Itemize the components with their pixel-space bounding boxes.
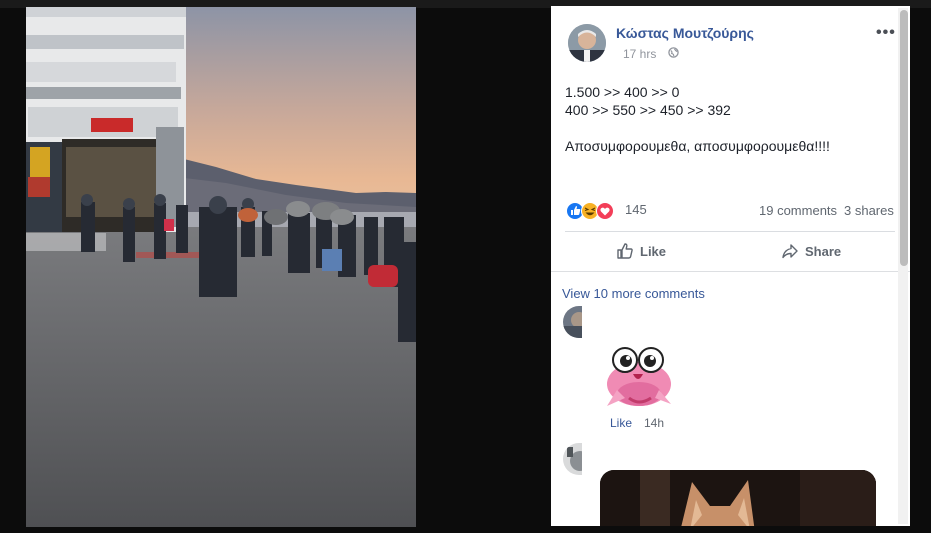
gif-comment[interactable] xyxy=(600,470,876,526)
comments-count[interactable]: 19 comments xyxy=(759,203,837,218)
commenter-avatar[interactable] xyxy=(563,443,582,475)
divider xyxy=(565,231,895,232)
globe-icon xyxy=(668,47,679,58)
like-button[interactable]: Like xyxy=(616,242,666,260)
comment-timestamp[interactable]: 14h xyxy=(644,416,664,430)
commenter-avatar[interactable] xyxy=(563,306,582,338)
divider xyxy=(551,271,910,272)
post-text-line xyxy=(565,119,830,137)
harbor-photo xyxy=(26,7,416,527)
post-text-line: 400 >> 550 >> 450 >> 392 xyxy=(565,102,731,118)
view-more-comments-link[interactable]: View 10 more comments xyxy=(562,286,705,301)
post-photo[interactable] xyxy=(26,7,416,527)
reaction-icons[interactable] xyxy=(566,201,626,221)
share-button-label: Share xyxy=(805,243,842,259)
shares-count[interactable]: 3 shares xyxy=(844,203,894,218)
post-panel: Κώστας Μουτζούρης 17 hrs ••• 1.500 >> 40… xyxy=(551,6,910,526)
thumbs-up-icon xyxy=(617,243,633,259)
post-timestamp[interactable]: 17 hrs xyxy=(623,47,656,61)
post-text-line: Αποσυμφορουμεθα, αποσυμφορουμεθα!!!! xyxy=(565,138,830,154)
post-text-line: 1.500 >> 400 >> 0 xyxy=(565,84,680,100)
scrollbar-thumb[interactable] xyxy=(900,10,908,266)
reaction-count[interactable]: 145 xyxy=(625,202,647,217)
haha-reaction-icon xyxy=(581,202,599,220)
sticker-comment[interactable] xyxy=(599,342,683,412)
share-button[interactable]: Share xyxy=(781,242,841,260)
post-body: 1.500 >> 400 >> 0 400 >> 550 >> 450 >> 3… xyxy=(565,83,830,155)
comment-like-link[interactable]: Like xyxy=(610,416,632,430)
share-arrow-icon xyxy=(782,244,798,259)
author-avatar[interactable] xyxy=(568,24,606,62)
author-name[interactable]: Κώστας Μουτζούρης xyxy=(616,25,754,41)
more-options-icon[interactable]: ••• xyxy=(876,24,896,42)
like-button-label: Like xyxy=(640,243,667,259)
